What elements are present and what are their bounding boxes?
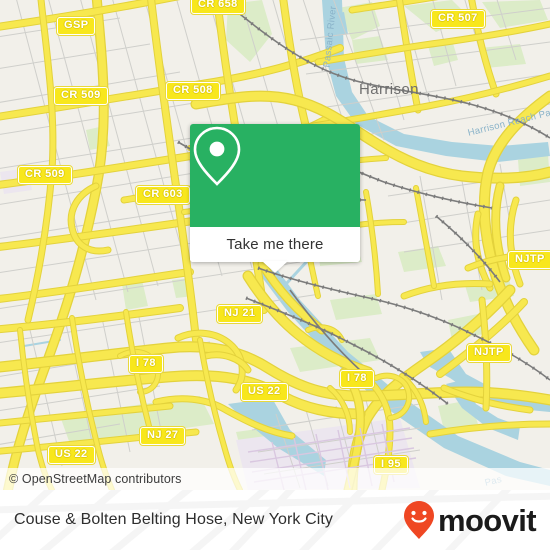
- route-shield-cr-509-top[interactable]: CR 509: [54, 87, 108, 105]
- route-shield-cr-508[interactable]: CR 508: [166, 82, 220, 100]
- route-shield-cr-507[interactable]: CR 507: [431, 10, 485, 28]
- route-shield-i-78-left[interactable]: I 78: [129, 355, 163, 373]
- card-header: [190, 124, 360, 227]
- moovit-pin-smile-icon: [403, 501, 434, 539]
- map-canvas[interactable]: .minor{stroke:#cfcfcb;stroke-width:1;fil…: [0, 0, 550, 490]
- moovit-brand[interactable]: moovit: [403, 500, 550, 540]
- footer-bar: Couse & Bolten Belting Hose, New York Ci…: [0, 490, 550, 550]
- route-shield-nj-27[interactable]: NJ 27: [140, 427, 186, 445]
- route-shield-nj-21[interactable]: NJ 21: [217, 305, 263, 323]
- map-pin-icon: [193, 126, 241, 186]
- route-shield-us-22-center[interactable]: US 22: [241, 383, 288, 401]
- route-shield-cr-658[interactable]: CR 658: [191, 0, 245, 14]
- route-shield-gsp[interactable]: GSP: [57, 17, 96, 35]
- route-shield-cr-603[interactable]: CR 603: [136, 186, 190, 204]
- route-shield-cr-509-left[interactable]: CR 509: [18, 166, 72, 184]
- route-shield-njtp-lower[interactable]: NJTP: [467, 344, 511, 362]
- moovit-location-card: .minor{stroke:#cfcfcb;stroke-width:1;fil…: [0, 0, 550, 550]
- route-shield-i-78-right[interactable]: I 78: [340, 370, 374, 388]
- map-attribution-bar: © OpenStreetMap contributors: [0, 468, 550, 490]
- card-footer[interactable]: Take me there: [190, 227, 360, 262]
- route-shield-njtp-upper[interactable]: NJTP: [508, 251, 550, 269]
- take-me-there-label: Take me there: [226, 236, 324, 253]
- location-title: Couse & Bolten Belting Hose, New York Ci…: [14, 511, 334, 528]
- attribution-text[interactable]: © OpenStreetMap contributors: [0, 472, 182, 486]
- card-pointer: [262, 261, 288, 273]
- moovit-wordmark: moovit: [437, 502, 537, 538]
- take-me-there-card[interactable]: Take me there: [190, 124, 360, 262]
- route-shield-us-22-left[interactable]: US 22: [48, 446, 95, 464]
